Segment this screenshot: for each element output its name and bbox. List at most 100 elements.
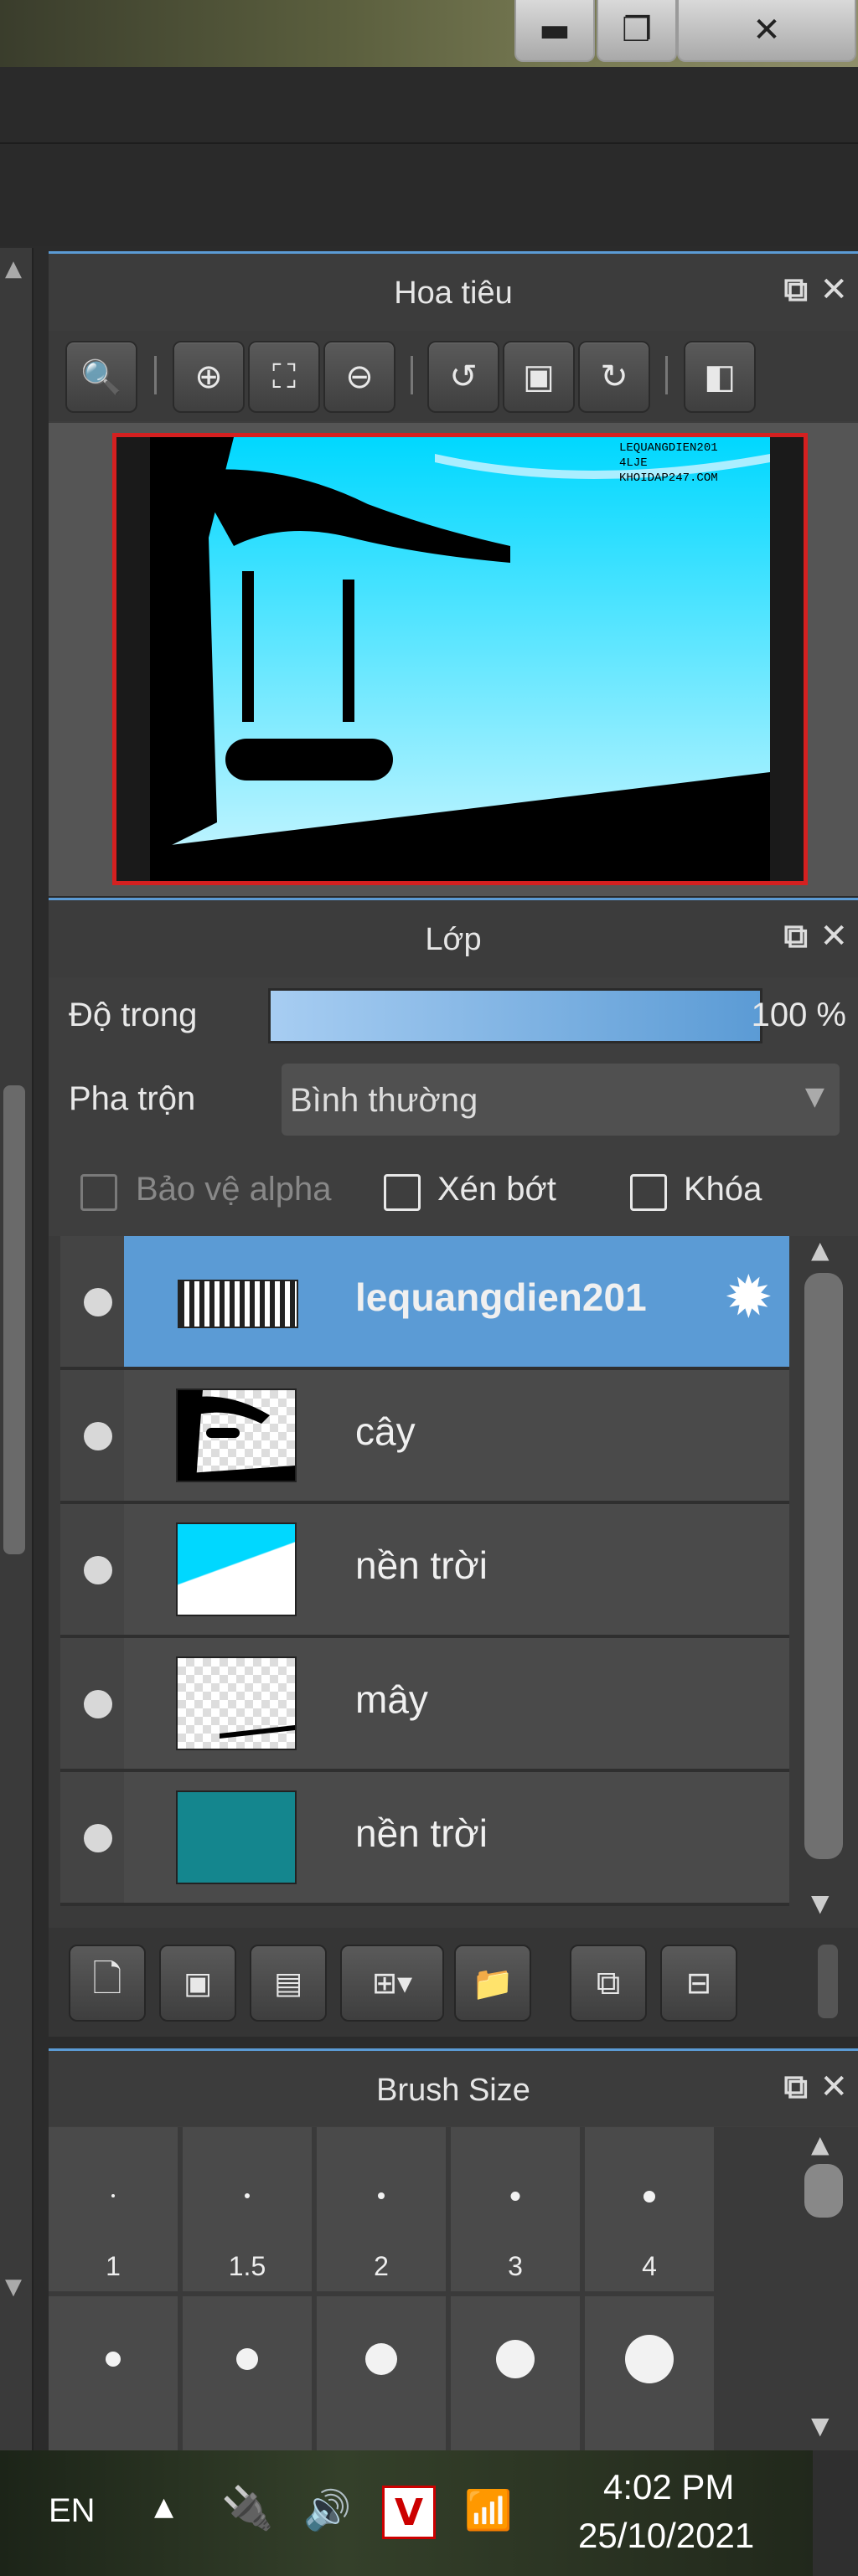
brush-size-cell-3[interactable]: 3 xyxy=(451,2127,580,2291)
layer-row-nen-troi-2[interactable]: nền trời xyxy=(60,1772,789,1906)
duplicate-layer-button[interactable]: ⧉ xyxy=(570,1945,647,2022)
layer-row-nen-troi[interactable]: nền trời xyxy=(60,1504,789,1638)
scroll-down-arrow-icon[interactable]: ▼ xyxy=(811,2412,830,2439)
add-layer-dropdown-button[interactable]: ⊞▾ xyxy=(340,1945,444,2022)
navigator-header: Hoa tiêu ⧉ ✕ xyxy=(49,251,858,331)
popout-icon[interactable]: ⧉ xyxy=(783,270,808,309)
brush-size-label: 2 xyxy=(374,2251,389,2281)
brush-dot xyxy=(378,2192,385,2199)
layer-thumbnail xyxy=(176,1388,297,1482)
scrollbar-thumb[interactable] xyxy=(804,1273,843,1859)
brush-size-cell-row2-5[interactable] xyxy=(585,2296,714,2450)
show-hidden-icons-icon[interactable]: ▲ xyxy=(154,2492,173,2522)
add-layer-dropdown-icon: ⊞▾ xyxy=(371,1965,413,2001)
zoom-in-icon: ⊕ xyxy=(194,358,223,396)
zoom-in-button[interactable]: ⊕ xyxy=(173,341,245,413)
language-indicator[interactable]: EN xyxy=(49,2492,96,2530)
layer-thumbnail xyxy=(176,1790,297,1884)
visibility-toggle-icon[interactable] xyxy=(84,1556,112,1584)
brush-size-cell-2[interactable]: 2 xyxy=(317,2127,446,2291)
flip-horizontal-button[interactable]: ◧ xyxy=(684,341,756,413)
rotate-left-button[interactable]: ↺ xyxy=(427,341,499,413)
taskbar: EN ▲ 🔌 🔊 V 📶 4:02 PM 25/10/2021 xyxy=(0,2450,858,2576)
show-desktop-button[interactable] xyxy=(813,2450,858,2576)
preview-viewport-frame[interactable]: LEQUANGDIEN201 4LJE KHOIDAP247.COM xyxy=(112,433,808,885)
brush-size-label: 1.5 xyxy=(228,2251,266,2281)
layer-name: nền trời xyxy=(355,1543,488,1587)
merge-layer-button[interactable]: ⊟ xyxy=(660,1945,737,2022)
new-1bit-layer-button[interactable]: ▤ xyxy=(250,1945,327,2022)
layer-row-lequangdien201[interactable]: lequangdien201 ✹ xyxy=(60,1236,789,1370)
brush-dot xyxy=(106,2352,121,2367)
panel-close-icon[interactable]: ✕ xyxy=(819,270,848,309)
scroll-up-arrow-icon[interactable]: ▲ xyxy=(811,1236,830,1264)
scroll-up-arrow-icon[interactable]: ▲ xyxy=(811,2130,830,2158)
navigator-panel: Hoa tiêu ⧉ ✕ 🔍 ⊕ ⛶ ⊖ ↺ ▣ ↻ ◧ LEQUANGDIEN… xyxy=(49,251,858,896)
brush-size-cell-row2-1[interactable] xyxy=(49,2296,178,2450)
canvas-scrollbar[interactable]: ▲ ▼ xyxy=(0,248,34,2459)
visibility-toggle-icon[interactable] xyxy=(84,1824,112,1852)
zoom-reset-button[interactable]: 🔍 xyxy=(65,341,137,413)
scroll-down-arrow-icon[interactable]: ▼ xyxy=(811,1889,830,1917)
network-signal-icon[interactable]: 📶 xyxy=(464,2487,512,2533)
panel-close-icon[interactable]: ✕ xyxy=(819,2068,848,2106)
protect-alpha-checkbox[interactable] xyxy=(80,1174,117,1211)
scrollbar-thumb[interactable] xyxy=(3,1085,25,1554)
actual-size-button[interactable]: ▣ xyxy=(503,341,575,413)
brush-size-grid: 1 1.5 2 3 4 ▲ ▼ xyxy=(49,2127,858,2450)
zoom-out-button[interactable]: ⊖ xyxy=(323,341,395,413)
scroll-down-arrow-icon[interactable]: ▼ xyxy=(5,2275,22,2300)
new-layer-button[interactable]: 🗋 xyxy=(69,1945,146,2022)
brush-size-label: 3 xyxy=(508,2251,523,2281)
layer-row-cay[interactable]: cây xyxy=(60,1370,789,1504)
layer-actions-scroll[interactable] xyxy=(818,1945,838,2018)
speaker-icon[interactable]: 🔊 xyxy=(303,2487,351,2533)
close-button[interactable]: ✕ xyxy=(677,0,856,62)
lock-checkbox[interactable] xyxy=(630,1174,667,1211)
opacity-slider[interactable] xyxy=(268,988,762,1043)
visibility-toggle-icon[interactable] xyxy=(84,1422,112,1450)
clipping-checkbox[interactable] xyxy=(384,1174,421,1211)
brush-size-cell-row2-3[interactable] xyxy=(317,2296,446,2450)
navigator-toolbar: 🔍 ⊕ ⛶ ⊖ ↺ ▣ ↻ ◧ xyxy=(49,331,858,421)
brush-size-cell-row2-4[interactable] xyxy=(451,2296,580,2450)
blend-mode-label: Pha trộn xyxy=(69,1080,196,1117)
maximize-button[interactable]: ❐ xyxy=(597,0,677,62)
brush-size-label: 1 xyxy=(106,2251,121,2281)
power-plug-icon[interactable]: 🔌 xyxy=(221,2484,273,2533)
layer-name: mây xyxy=(355,1677,428,1721)
layer-list: lequangdien201 ✹ cây nền trời mây nền tr… xyxy=(49,1236,858,1981)
folder-icon: 📁 xyxy=(472,1964,514,2003)
scrollbar-thumb[interactable] xyxy=(804,2164,843,2218)
brush-size-cell-4[interactable]: 4 xyxy=(585,2127,714,2291)
fit-screen-button[interactable]: ⛶ xyxy=(248,341,320,413)
navigator-preview-area[interactable]: LEQUANGDIEN201 4LJE KHOIDAP247.COM xyxy=(49,423,858,896)
antivirus-tray-icon[interactable]: V xyxy=(382,2486,436,2539)
opacity-slider-fill xyxy=(271,991,760,1041)
layer-scrollbar[interactable]: ▲ ▼ xyxy=(799,1236,850,1923)
rotate-right-button[interactable]: ↻ xyxy=(578,341,650,413)
panel-close-icon[interactable]: ✕ xyxy=(819,917,848,956)
popout-icon[interactable]: ⧉ xyxy=(783,917,808,956)
restore-icon: ❐ xyxy=(622,11,652,49)
popout-icon[interactable]: ⧉ xyxy=(783,2068,808,2106)
new-folder-button[interactable]: 📁 xyxy=(454,1945,531,2022)
visibility-toggle-icon[interactable] xyxy=(84,1690,112,1718)
brush-size-cell-1[interactable]: 1 xyxy=(49,2127,178,2291)
brush-scrollbar[interactable]: ▲ ▼ xyxy=(799,2127,850,2450)
blend-mode-select[interactable]: Bình thường ▼ xyxy=(282,1064,840,1136)
minimize-button[interactable]: ▬ xyxy=(514,0,595,62)
layer-row-may[interactable]: mây xyxy=(60,1638,789,1772)
layer-thumbnail xyxy=(178,1280,298,1328)
clock-time[interactable]: 4:02 PM xyxy=(603,2467,734,2507)
brush-size-cell-1-5[interactable]: 1.5 xyxy=(183,2127,312,2291)
gear-icon[interactable]: ✹ xyxy=(724,1268,773,1327)
visibility-toggle-icon[interactable] xyxy=(84,1288,112,1316)
close-icon: ✕ xyxy=(752,11,781,49)
new-8bit-layer-button[interactable]: ▣ xyxy=(159,1945,236,2022)
new-1bit-layer-icon: ▤ xyxy=(273,1965,302,2001)
clock-date[interactable]: 25/10/2021 xyxy=(578,2516,754,2556)
scroll-up-arrow-icon[interactable]: ▲ xyxy=(5,256,22,281)
brush-size-cell-row2-2[interactable] xyxy=(183,2296,312,2450)
blend-mode-value: Bình thường xyxy=(290,1082,478,1119)
